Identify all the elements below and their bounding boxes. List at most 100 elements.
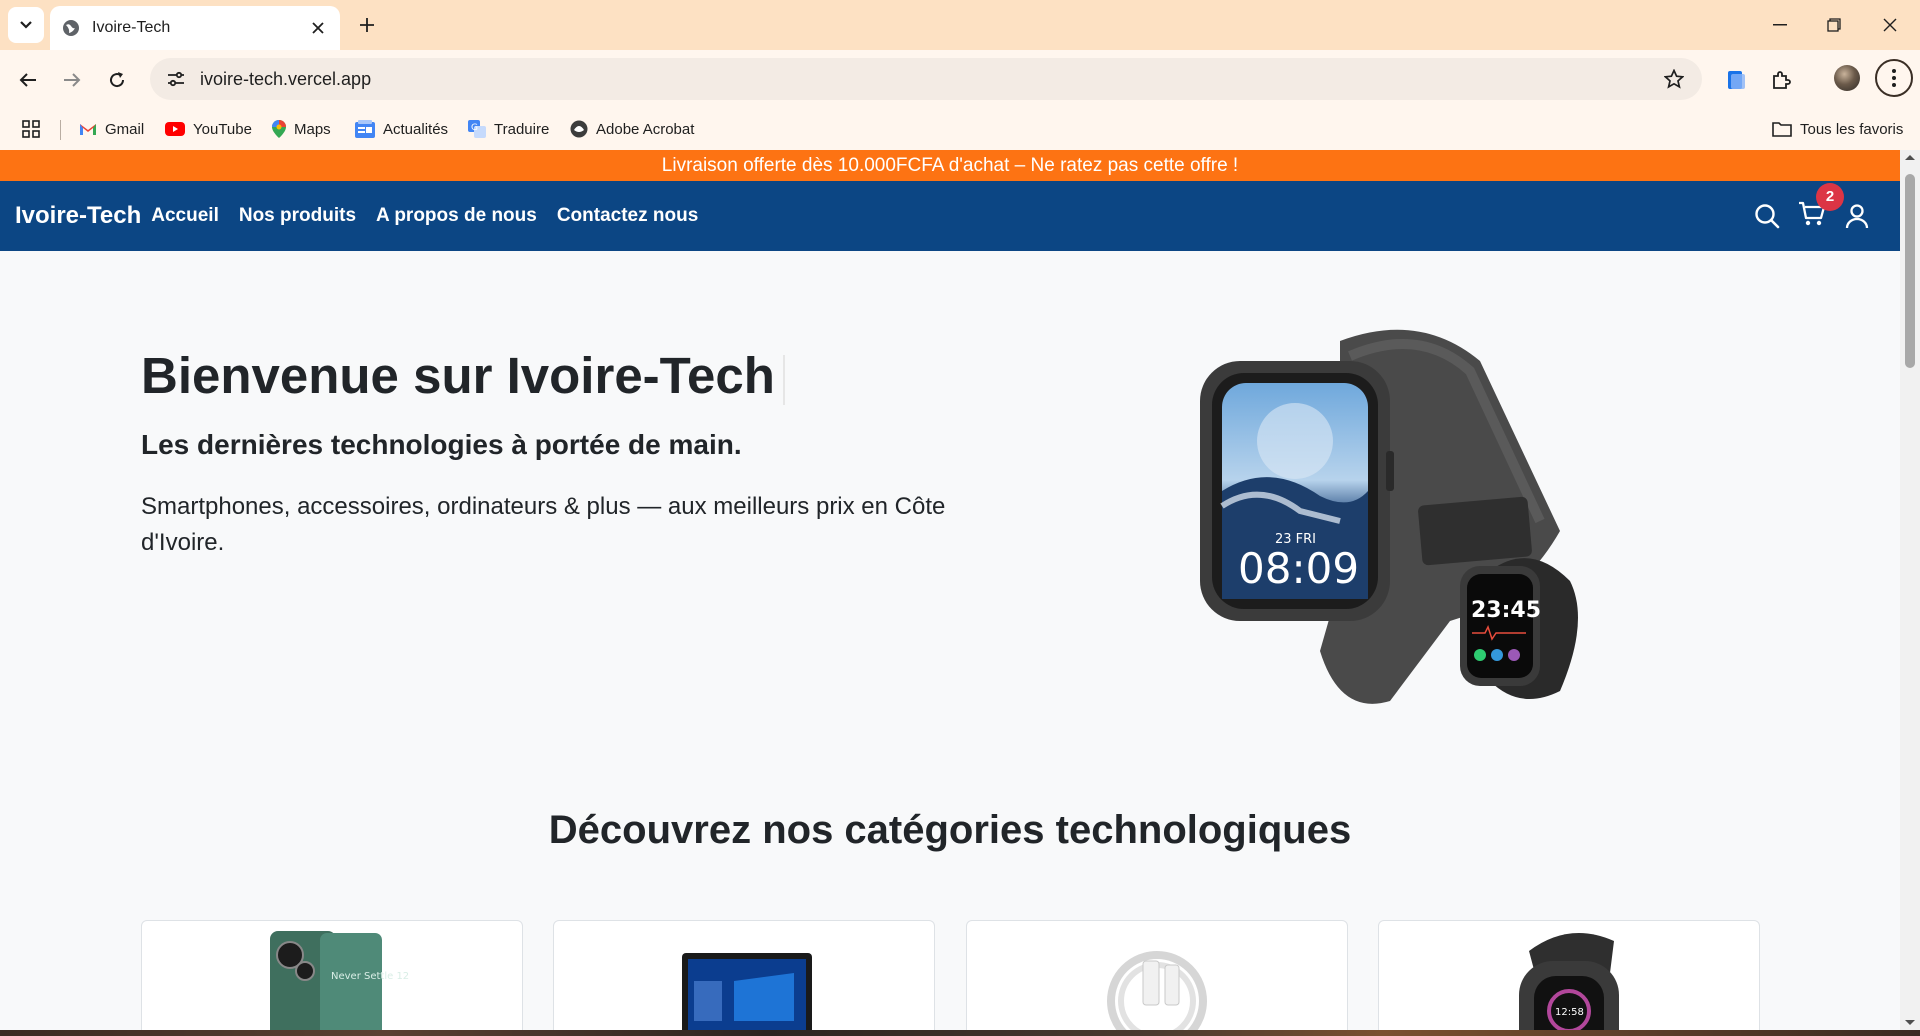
nav-link-produits[interactable]: Nos produits (239, 205, 356, 227)
forward-button[interactable] (56, 64, 88, 96)
categories-title: Découvrez nos catégories technologiques (548, 808, 1352, 852)
bookmark-adobe-acrobat[interactable]: Adobe Acrobat (570, 108, 694, 150)
globe-icon (63, 20, 79, 36)
profile-avatar[interactable] (1834, 65, 1860, 91)
user-icon[interactable] (1844, 203, 1870, 229)
nav-link-apropos[interactable]: A propos de nous (376, 205, 537, 227)
url-text: ivoire-tech.vercel.app (200, 68, 372, 89)
news-icon (355, 120, 375, 138)
back-button[interactable] (12, 64, 44, 96)
address-bar[interactable]: ivoire-tech.vercel.app (150, 58, 1702, 100)
category-card-smartphones[interactable]: Never Settle 12 (141, 920, 523, 1030)
minimize-icon (1773, 24, 1787, 26)
smartphone-image: Never Settle 12 (270, 931, 409, 1030)
usb-connector (1142, 960, 1160, 1006)
youtube-icon (165, 122, 185, 136)
bookmark-label: Actualités (383, 120, 449, 138)
small-watch-screen (1467, 574, 1533, 678)
restore-icon (1827, 18, 1841, 32)
new-tab-button[interactable] (352, 10, 382, 40)
typing-caret (782, 354, 785, 405)
star-icon (1664, 69, 1684, 89)
bookmark-actualites[interactable]: Actualités (355, 108, 448, 150)
laptop-image (682, 953, 812, 1030)
site-info-button[interactable] (156, 58, 196, 100)
scroll-up-icon[interactable] (1900, 150, 1920, 164)
extensions-button[interactable] (1766, 64, 1798, 96)
bookmark-youtube[interactable]: YouTube (165, 108, 252, 150)
small-watch-app-dot (1474, 649, 1486, 661)
all-bookmarks-label: Tous les favoris (1800, 120, 1904, 138)
watch-clasp (1418, 496, 1532, 566)
tab-search-button[interactable] (8, 7, 44, 43)
browser-toolbar: ivoire-tech.vercel.app (0, 50, 1920, 108)
bookmark-gmail[interactable]: Gmail (79, 108, 144, 150)
close-icon (312, 22, 324, 34)
bookmark-maps[interactable]: Maps (272, 108, 331, 150)
smartwatch-image: 12:58 (1519, 933, 1619, 1030)
cart-button[interactable]: 2 (1798, 182, 1844, 232)
restore-button[interactable] (1806, 0, 1862, 50)
close-tab-button[interactable] (308, 18, 328, 38)
promo-banner: Livraison offerte dès 10.000FCFA d'achat… (0, 150, 1900, 181)
hero-title: Bienvenue sur Ivoire-Tech (141, 346, 785, 405)
search-icon[interactable] (1754, 203, 1780, 229)
apps-button[interactable] (22, 108, 40, 150)
tab-title: Ivoire-Tech (92, 19, 171, 36)
bookmark-label: Gmail (105, 120, 145, 138)
page-scrollbar[interactable] (1900, 150, 1920, 1030)
scrollbar-thumb[interactable] (1905, 174, 1915, 368)
tune-icon (168, 71, 184, 87)
close-window-button[interactable] (1862, 0, 1918, 50)
bookmarks-bar: Gmail YouTube Maps Actualités G Traduire… (0, 108, 1920, 150)
nav-icons: 2 (1754, 181, 1870, 251)
small-watch-time: 23:45 (1471, 598, 1541, 623)
category-card-accessoires[interactable] (966, 920, 1348, 1030)
apps-grid-icon (22, 120, 40, 138)
sidepanel-icon (1728, 71, 1745, 89)
phone-screen-text: Never Settle 12 (331, 971, 409, 982)
watch-crown (1386, 451, 1394, 491)
minimize-button[interactable] (1752, 0, 1808, 50)
svg-text:G: G (471, 123, 478, 133)
reload-button[interactable] (101, 64, 133, 96)
watch-card-time: 12:58 (1555, 1007, 1584, 1018)
promo-text: Livraison offerte dès 10.000FCFA d'achat… (661, 154, 1239, 176)
bookmark-label: Maps (294, 120, 331, 138)
cart-count-badge: 2 (1816, 182, 1844, 211)
hero-description: Smartphones, accessoires, ordinateurs & … (141, 493, 946, 556)
site-navbar: Ivoire-Tech Accueil Nos produits A propo… (0, 181, 1900, 251)
small-watch-app-dot (1508, 649, 1520, 661)
browser-tab[interactable]: Ivoire-Tech (50, 6, 340, 50)
bookmark-star-button[interactable] (1654, 58, 1694, 100)
browser-tabstrip: Ivoire-Tech (0, 0, 1920, 50)
os-taskbar-edge (0, 1030, 1920, 1036)
plus-icon (360, 18, 374, 32)
category-card-montres[interactable]: 12:58 (1378, 920, 1760, 1030)
nav-link-accueil[interactable]: Accueil (151, 205, 219, 227)
gmail-icon (79, 122, 97, 136)
bookmark-traduire[interactable]: G Traduire (468, 108, 549, 150)
watch-screen (1534, 976, 1604, 1030)
category-card-ordinateurs[interactable] (553, 920, 935, 1030)
site-brand[interactable]: Ivoire-Tech (15, 202, 141, 230)
close-icon (1883, 18, 1897, 32)
small-watch-app-dot (1491, 649, 1503, 661)
browser-menu-button[interactable] (1875, 59, 1913, 97)
arrow-right-icon (64, 73, 81, 87)
more-vert-icon (1892, 69, 1896, 87)
folder-icon (1772, 121, 1792, 137)
windows-logo (734, 973, 794, 1021)
puzzle-icon (1773, 71, 1791, 89)
reading-mode-button[interactable] (1720, 64, 1752, 96)
arrow-left-icon (19, 73, 36, 87)
all-bookmarks-button[interactable]: Tous les favoris (1772, 108, 1903, 150)
maps-icon (272, 120, 286, 138)
lightning-connector (1164, 964, 1180, 1006)
usb-cable-image (1107, 951, 1207, 1030)
bookmarks-separator (60, 120, 61, 140)
translate-icon: G (468, 120, 486, 138)
bookmark-label: Adobe Acrobat (596, 120, 695, 138)
scroll-down-icon[interactable] (1900, 1016, 1920, 1030)
nav-link-contact[interactable]: Contactez nous (557, 205, 698, 227)
